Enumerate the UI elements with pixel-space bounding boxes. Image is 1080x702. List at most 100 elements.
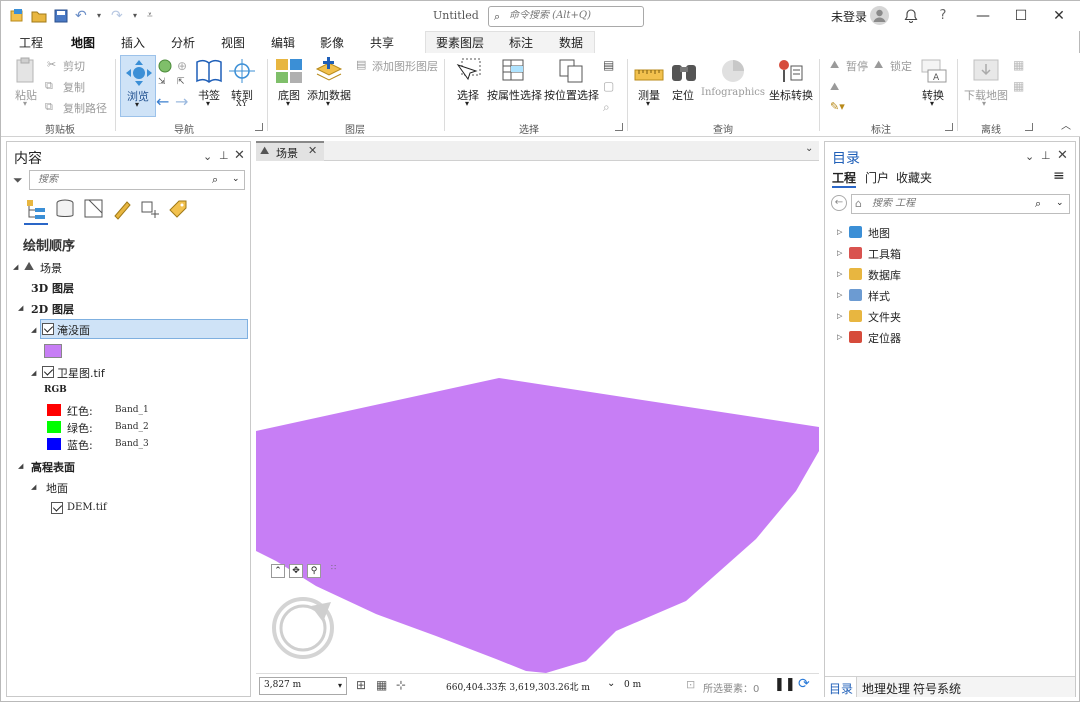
minimize-button[interactable]: — xyxy=(971,5,995,27)
pane-options-icon[interactable]: ⌄ xyxy=(1025,150,1034,163)
lock-labels-button[interactable]: 锁定 xyxy=(890,58,912,74)
dem-checkbox[interactable] xyxy=(51,502,63,514)
convert-labels-icon[interactable]: A xyxy=(919,57,949,85)
red-band-swatch[interactable] xyxy=(47,404,61,416)
expand-locator-icon[interactable]: ▷ xyxy=(837,333,842,341)
select-by-attributes-button[interactable]: 按属性选择 xyxy=(487,87,542,103)
tab-data[interactable]: 数据 xyxy=(559,34,583,51)
tab-share[interactable]: 共享 xyxy=(370,34,394,51)
list-by-snapping-icon[interactable] xyxy=(139,198,161,220)
back-arrow-icon[interactable]: ← xyxy=(156,94,170,110)
table-icon[interactable]: ▦ xyxy=(376,678,387,692)
bottom-tab-symbology[interactable]: 符号系统 xyxy=(913,680,961,697)
navigator-more-icon[interactable]: ∷ xyxy=(331,563,336,572)
catalog-item[interactable]: 数据库 xyxy=(868,267,901,283)
scale-combo[interactable]: 3,827 m ▾ xyxy=(259,677,347,695)
tab-feature-layer[interactable]: 要素图层 xyxy=(436,34,484,51)
labeling-launcher-icon[interactable] xyxy=(945,123,953,131)
selection-launcher-icon[interactable] xyxy=(615,123,623,131)
grid-icon[interactable]: ⊞ xyxy=(356,678,366,692)
label-pen-icon[interactable]: ✎▾ xyxy=(830,100,845,113)
cut-button[interactable]: 剪切 xyxy=(63,58,85,74)
expand-folder-icon[interactable]: ▷ xyxy=(837,312,842,320)
green-band-swatch[interactable] xyxy=(47,421,61,433)
copy-button[interactable]: 复制 xyxy=(63,79,85,95)
zoom-to-selection-icon[interactable]: ⌕ xyxy=(603,100,617,114)
list-by-selection-icon[interactable] xyxy=(83,198,105,220)
explore-button[interactable]: 浏览 ▾ xyxy=(120,55,156,117)
navigator-compass-icon[interactable] xyxy=(271,596,335,660)
help-button[interactable]: ? xyxy=(931,5,955,27)
coord-format-dropdown-icon[interactable]: ⌄ xyxy=(607,678,615,689)
infographics-button[interactable]: Infographics xyxy=(701,87,765,98)
contents-search-input[interactable] xyxy=(38,174,158,185)
selected-features-count[interactable]: 所选要素：0 xyxy=(703,680,759,695)
collapse-navigator-icon[interactable]: ⌃ xyxy=(271,564,285,578)
coordinate-conversion-icon[interactable] xyxy=(775,57,805,85)
catalog-search[interactable]: ⌂ ⌕ ⌄ xyxy=(851,194,1070,214)
paste-dropdown-icon[interactable]: ▾ xyxy=(23,99,27,108)
select-dropdown-icon[interactable]: ▾ xyxy=(465,99,469,108)
convert-dropdown-icon[interactable]: ▾ xyxy=(930,99,934,108)
tab-project[interactable]: 工程 xyxy=(19,34,43,51)
forward-arrow-icon[interactable]: → xyxy=(175,94,189,110)
search-dropdown-icon[interactable]: ⌄ xyxy=(1056,198,1064,208)
close-pane-icon[interactable]: ✕ xyxy=(234,148,245,163)
catalog-tab-portal[interactable]: 门户 xyxy=(865,169,889,186)
catalog-search-input[interactable] xyxy=(872,198,992,209)
avatar[interactable] xyxy=(870,6,889,25)
measure-dropdown-icon[interactable]: ▾ xyxy=(646,99,650,108)
catalog-item[interactable]: 地图 xyxy=(868,225,890,241)
search-dropdown-icon[interactable]: ⌄ xyxy=(232,174,240,184)
remove-offline-icon[interactable]: ▦ xyxy=(1013,79,1027,93)
pin-icon[interactable]: ⊥ xyxy=(1041,149,1051,162)
select-by-location-button[interactable]: 按位置选择 xyxy=(544,87,599,103)
close-tab-icon[interactable]: ✕ xyxy=(308,144,317,157)
pause-drawing-icon[interactable]: ❚❚ xyxy=(774,677,796,692)
paste-icon[interactable] xyxy=(11,57,41,85)
open-project-icon[interactable] xyxy=(31,8,47,24)
bottom-tab-catalog[interactable]: 目录 xyxy=(829,680,853,697)
hamburger-menu-icon[interactable]: ≡ xyxy=(1053,168,1065,184)
flood-layer-label[interactable]: 淹没面 xyxy=(57,322,90,338)
expand-map-folder-icon[interactable]: ▷ xyxy=(837,228,842,236)
pane-options-icon[interactable]: ⌄ xyxy=(203,150,212,163)
clear-selection-icon[interactable]: ▢ xyxy=(603,79,617,93)
filter-icon[interactable]: ⏷ xyxy=(13,173,23,188)
expand-scene-icon[interactable]: ◢ xyxy=(13,263,18,271)
catalog-item[interactable]: 定位器 xyxy=(868,330,901,346)
pause-labels-button[interactable]: 暂停 xyxy=(846,58,868,74)
tab-imagery[interactable]: 影像 xyxy=(320,34,344,51)
maximize-button[interactable]: ☐ xyxy=(1009,5,1033,27)
bookmarks-dropdown-icon[interactable]: ▾ xyxy=(206,99,210,108)
back-icon[interactable]: ← xyxy=(831,195,847,211)
basemap-icon[interactable] xyxy=(274,57,304,85)
undo-dropdown-icon[interactable]: ▾ xyxy=(97,8,105,24)
notifications-bell-icon[interactable] xyxy=(899,5,923,27)
contents-search[interactable]: ⌕ ⌄ xyxy=(29,170,245,190)
tab-list-dropdown-icon[interactable]: ⌄ xyxy=(805,143,813,154)
pin-icon[interactable]: ⊥ xyxy=(219,149,229,162)
list-by-editing-icon[interactable] xyxy=(111,198,133,220)
tab-labeling[interactable]: 标注 xyxy=(509,34,533,51)
tab-insert[interactable]: 插入 xyxy=(121,34,145,51)
add-data-icon[interactable] xyxy=(314,57,344,85)
tab-analysis[interactable]: 分析 xyxy=(171,34,195,51)
full-extent-icon[interactable] xyxy=(158,59,172,73)
sync-icon[interactable]: ▦ xyxy=(1013,58,1027,72)
ground-surface-label[interactable]: 地面 xyxy=(46,480,68,496)
scene-view-canvas[interactable]: ⌃ ✥ ⚲ ∷ xyxy=(256,161,819,695)
full-control-icon[interactable]: ✥ xyxy=(289,564,303,578)
offline-launcher-icon[interactable] xyxy=(1025,123,1033,131)
expand-database-icon[interactable]: ▷ xyxy=(837,270,842,278)
goto-xy-icon[interactable] xyxy=(227,57,257,85)
raster-layer-checkbox[interactable] xyxy=(42,366,54,378)
list-by-labeling-icon[interactable] xyxy=(167,198,189,220)
redo-dropdown-icon[interactable]: ▾ xyxy=(133,8,141,24)
list-by-source-icon[interactable] xyxy=(54,198,76,220)
dem-layer-label[interactable]: DEM.tif xyxy=(67,502,107,513)
download-dropdown-icon[interactable]: ▾ xyxy=(982,99,986,108)
command-search[interactable]: ⌕ xyxy=(488,6,644,27)
expand-ground-icon[interactable]: ◢ xyxy=(31,483,36,491)
raster-layer-label[interactable]: 卫星图.tif xyxy=(57,365,105,381)
